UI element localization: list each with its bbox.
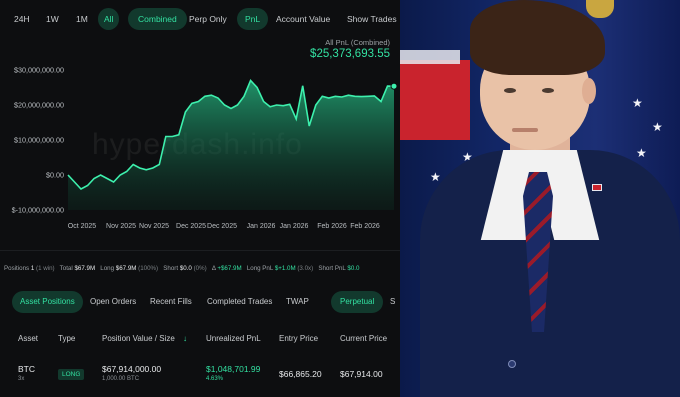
y-tick-label: $0.00 (46, 171, 64, 180)
range-all-button[interactable]: All (98, 8, 120, 30)
ear (582, 78, 596, 104)
x-tick-label: Jan 2026 (247, 223, 276, 230)
tab-completed-trades[interactable]: Completed Trades (199, 291, 280, 313)
arrow-down-icon[interactable]: ↓ (183, 334, 187, 343)
screenshot-composite: 24H 1W 1M All Combined Perp Only PnL Acc… (0, 0, 680, 397)
positions-tabs: Asset Positions Open Orders Recent Fills… (0, 291, 400, 313)
col-asset[interactable]: Asset (18, 334, 38, 343)
row-unrealized-pnl: $1,048,701.99 (206, 364, 261, 374)
right-eye (542, 88, 554, 93)
pnl-area-chart: $30,000,000.00 $20,000,000.00 $10,000,000.… (12, 66, 398, 230)
row-leverage: 3x (18, 376, 25, 382)
perp-only-button[interactable]: Perp Only (183, 8, 233, 30)
flag-star-icon: ★ (652, 120, 663, 134)
long-value: $67.9M (115, 265, 137, 272)
jacket-button (508, 360, 516, 368)
col-type[interactable]: Type (58, 334, 75, 343)
show-trades-button[interactable]: Show Trades (341, 8, 400, 30)
tab-twap[interactable]: TWAP (278, 291, 317, 313)
row-asset: BTC (18, 364, 35, 374)
tab-open-orders[interactable]: Open Orders (82, 291, 144, 313)
x-tick-label: Feb 2026 (350, 223, 380, 230)
long-pnl-label: Long PnL (246, 265, 274, 272)
flag-star-icon: ★ (430, 170, 441, 184)
pnl-label: All PnL (Combined) (325, 38, 390, 47)
perpetual-filter-button[interactable]: Perpetual (331, 291, 384, 313)
pnl-button[interactable]: PnL (237, 8, 269, 30)
flag-red-stripe (400, 60, 470, 140)
spot-filter-button[interactable]: S (382, 291, 400, 313)
short-pnl-label: Short PnL (318, 265, 346, 272)
x-tick-label: Nov 2025 (139, 223, 169, 230)
y-tick-label: $10,000,000.00 (14, 136, 64, 145)
long-pnl-value: $+1.0M (274, 265, 296, 272)
positions-count: 1 (30, 265, 35, 272)
short-pct: (0%) (193, 265, 207, 272)
row-position-value: $67,914,000.00 (102, 364, 162, 374)
flag-star-icon: ★ (636, 146, 647, 160)
col-unrealized-pnl[interactable]: Unrealized PnL (206, 334, 261, 343)
long-label: Long (100, 265, 115, 272)
y-tick-label: $-10,000,000.00 (12, 206, 64, 215)
flag-lapel-pin (592, 184, 602, 191)
row-type-badge: LONG (58, 369, 85, 380)
row-current-price: $67,914.00 (340, 369, 383, 379)
range-1m-button[interactable]: 1M (70, 8, 94, 30)
pnl-area-fill (68, 80, 394, 210)
tab-recent-fills[interactable]: Recent Fills (142, 291, 200, 313)
short-pnl-value: $0.0 (347, 265, 360, 272)
flag-star-icon: ★ (632, 96, 643, 110)
portrait-photo: ★ ★ ★ ★ ★ (400, 0, 680, 397)
positions-summary-bar: Positions 1 (1 win) Total $67.9M Long $6… (4, 265, 359, 277)
left-eye (504, 88, 516, 93)
combined-button[interactable]: Combined (128, 8, 187, 30)
table-header: Asset Type Position Value / Size ↓ Unrea… (0, 334, 400, 346)
table-row[interactable]: BTC 3x LONG $67,914,000.00 1,000.00 BTC … (0, 362, 400, 392)
range-1w-button[interactable]: 1W (40, 8, 65, 30)
account-value-button[interactable]: Account Value (270, 8, 336, 30)
y-tick-label: $30,000,000.00 (14, 66, 64, 75)
long-pct: (100%) (138, 265, 159, 272)
pnl-current-point[interactable] (390, 82, 398, 90)
x-tick-label: Oct 2025 (68, 223, 97, 230)
y-tick-label: $20,000,000.00 (14, 101, 64, 110)
short-label: Short (163, 265, 179, 272)
row-size: 1,000.00 BTC (102, 376, 140, 382)
x-tick-label: Feb 2026 (317, 223, 347, 230)
positions-wins: (1 win) (36, 265, 55, 272)
positions-label: Positions (4, 265, 30, 272)
x-tick-label: Dec 2025 (207, 223, 237, 230)
row-pnl-pct: 4.63% (206, 376, 224, 382)
chart-toolbar: 24H 1W 1M All Combined Perp Only PnL Acc… (0, 8, 400, 30)
delta-label: Δ (211, 265, 216, 272)
section-divider (0, 250, 400, 251)
col-position-value[interactable]: Position Value / Size (102, 334, 175, 343)
total-value: $67.9M (74, 265, 96, 272)
col-entry-price[interactable]: Entry Price (279, 334, 318, 343)
range-24h-button[interactable]: 24H (8, 8, 36, 30)
short-value: $0.0 (179, 265, 192, 272)
tab-asset-positions[interactable]: Asset Positions (12, 291, 83, 313)
flag-white-stripe (400, 50, 460, 64)
x-tick-label: Dec 2025 (176, 223, 206, 230)
row-entry-price: $66,865.20 (279, 369, 322, 379)
long-pnl-multiplier: (3.0x) (297, 265, 314, 272)
total-label: Total (59, 265, 73, 272)
col-current-price[interactable]: Current Price (340, 334, 387, 343)
delta-value: +$67.9M (217, 265, 242, 272)
x-tick-label: Jan 2026 (280, 223, 309, 230)
trading-dashboard-panel: 24H 1W 1M All Combined Perp Only PnL Acc… (0, 0, 400, 397)
mouth (512, 128, 538, 132)
x-tick-label: Nov 2025 (106, 223, 136, 230)
